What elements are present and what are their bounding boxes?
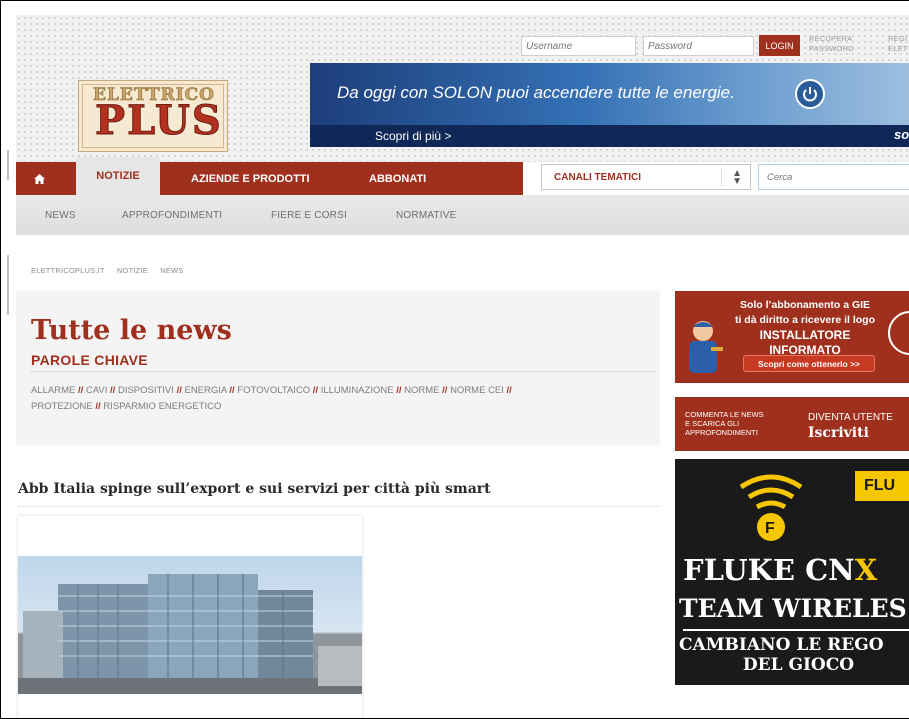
article-photo[interactable] xyxy=(18,556,362,694)
keyword-link[interactable]: RISPARMIO ENERGETICO xyxy=(103,401,221,412)
fluke-subheadline: TEAM WIRELES xyxy=(679,594,907,623)
fluke-divider xyxy=(683,629,909,631)
fluke-tagline-2: DEL GIOCO xyxy=(742,655,855,675)
keyword-link[interactable]: CAVI xyxy=(86,385,107,396)
keyword-link[interactable]: PROTEZIONE xyxy=(31,401,93,412)
subnav-item-news[interactable]: NEWS xyxy=(45,210,76,221)
register-ad-title: DIVENTA UTENTE xyxy=(808,412,893,423)
nav-bar: NOTIZIE AZIENDE E PRODOTTI ABBONATI xyxy=(16,157,523,195)
browser-page: ELETTRICO PLUS LOGIN RECUPERA PASSWORD R… xyxy=(0,0,909,719)
gie-ad-cta[interactable]: Scopri come ottenerlo >> xyxy=(743,355,875,372)
register-ad[interactable]: COMMENTA LE NEWS E SCARICA GLI APPROFOND… xyxy=(675,397,909,451)
article-title[interactable]: Abb Italia spinge sull’export e sui serv… xyxy=(18,481,491,497)
recover-password-link[interactable]: RECUPERA PASSWORD xyxy=(809,34,854,54)
keywords-list: ALLARME // CAVI // DISPOSITIVI // ENERGI… xyxy=(31,385,512,412)
keyword-link[interactable]: NORME xyxy=(404,385,439,396)
username-input[interactable] xyxy=(521,36,636,56)
keyword-link[interactable]: ALLARME xyxy=(31,385,75,396)
login-button[interactable]: LOGIN xyxy=(759,35,800,56)
site-logo[interactable]: ELETTRICO PLUS xyxy=(78,80,228,152)
keywords-divider xyxy=(31,371,656,372)
breadcrumb-notizie[interactable]: NOTIZIE xyxy=(117,266,148,275)
subnav-item-fiere-corsi[interactable]: FIERE E CORSI xyxy=(271,210,347,221)
channels-select-label: CANALI TEMATICI xyxy=(554,172,642,183)
page-title: Tutte le news xyxy=(31,315,232,346)
breadcrumb-home[interactable]: ELETTRICOPLUS.IT xyxy=(31,266,105,275)
keyword-link[interactable]: DISPOSITIVI xyxy=(118,385,174,396)
keywords-title: PAROLE CHIAVE xyxy=(31,352,148,368)
banner-brand: so xyxy=(894,127,909,142)
fluke-headline: FLUKE CNX xyxy=(683,553,878,587)
breadcrumb: ELETTRICOPLUS.IT NOTIZIE NEWS xyxy=(31,266,194,275)
fluke-tagline-1: CAMBIANO LE REGO xyxy=(679,635,884,655)
banner-headline: Da oggi con SOLON puoi accendere tutte l… xyxy=(337,83,735,102)
nav-item-aziende-prodotti[interactable]: AZIENDE E PRODOTTI xyxy=(191,162,310,195)
nav-home[interactable] xyxy=(34,162,45,195)
select-arrows-icon: ▲ ▼ xyxy=(732,168,742,187)
home-icon xyxy=(34,173,45,184)
fluke-logo: FLU xyxy=(855,471,909,501)
password-input[interactable] xyxy=(643,36,754,56)
left-margin xyxy=(1,15,16,715)
wireless-icon: F xyxy=(739,474,803,541)
channels-select[interactable]: CANALI TEMATICI ▲ ▼ xyxy=(541,164,751,190)
register-ad-left-text: COMMENTA LE NEWS E SCARICA GLI APPROFOND… xyxy=(685,410,764,437)
fluke-ad[interactable]: F FLU FLUKE CNX TEAM WIRELES CAMBIANO LE… xyxy=(675,459,909,685)
search-input[interactable] xyxy=(758,164,909,190)
register-link[interactable]: REGI ELET xyxy=(888,34,908,54)
gie-ad-text: Solo l’abbonamento a GIE ti dà diritto a… xyxy=(734,299,876,357)
gie-subscription-ad[interactable]: Solo l’abbonamento a GIE ti dà diritto a… xyxy=(675,291,909,383)
installer-figure-icon xyxy=(689,321,723,373)
sub-nav: NEWS APPROFONDIMENTI FIERE E CORSI NORMA… xyxy=(16,195,909,235)
nav-item-notizie[interactable]: NOTIZIE xyxy=(76,157,160,195)
register-ad-cta[interactable]: Iscriviti xyxy=(808,425,869,441)
keyword-link[interactable]: ENERGIA xyxy=(184,385,226,396)
banner-cta-link[interactable]: Scopri di più > xyxy=(375,129,451,143)
logo-bottom-text: PLUS xyxy=(95,97,223,145)
main-nav: NOTIZIE AZIENDE E PRODOTTI ABBONATI CANA… xyxy=(16,157,909,195)
news-header-panel: Tutte le news PAROLE CHIAVE ALLARME // C… xyxy=(16,291,660,445)
subnav-item-normative[interactable]: NORMATIVE xyxy=(396,210,457,221)
building-illustration xyxy=(18,574,362,694)
subnav-item-approfondimenti[interactable]: APPROFONDIMENTI xyxy=(122,210,222,221)
breadcrumb-news: NEWS xyxy=(160,266,184,275)
nav-item-abbonati[interactable]: ABBONATI xyxy=(369,162,426,195)
keyword-link[interactable]: NORME CEI xyxy=(450,385,504,396)
keyword-link[interactable]: ILLUMINAZIONE xyxy=(321,385,394,396)
svg-text:F: F xyxy=(765,520,775,537)
power-icon xyxy=(795,79,825,109)
article-card[interactable] xyxy=(18,516,362,718)
solon-banner-ad[interactable]: Da oggi con SOLON puoi accendere tutte l… xyxy=(310,63,909,147)
installer-seal-icon xyxy=(888,311,909,355)
article-divider xyxy=(18,506,660,507)
keyword-link[interactable]: FOTOVOLTAICO xyxy=(237,385,310,396)
